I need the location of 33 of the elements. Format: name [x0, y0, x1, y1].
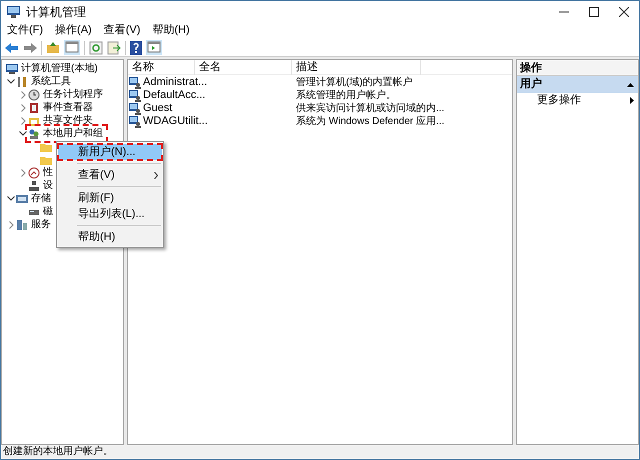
column-header[interactable]: 名称	[128, 60, 195, 74]
table-cell-text: 管理计算机(域)的内置帐户	[295, 76, 413, 90]
tree-item[interactable]: 服务	[31, 218, 51, 231]
tree-item[interactable]: 共享文件夹	[43, 114, 93, 127]
tree-item[interactable]: 计算机管理(本地)	[21, 62, 98, 75]
section-label: 用户	[520, 76, 542, 92]
menu-item[interactable]: 查看(V)	[58, 167, 162, 183]
action-link[interactable]: 更多操作	[537, 92, 581, 109]
tree-item[interactable]: 系统工具	[31, 75, 71, 88]
menu-item[interactable]: 帮助(H)	[152, 23, 190, 37]
table-cell-text: 系统管理的用户帐户。	[295, 88, 396, 102]
table-cell-text: 系统为 Windows Defender 应用...	[295, 114, 444, 129]
column-header[interactable]: 描述	[292, 60, 421, 74]
tree-item[interactable]: 存储	[31, 192, 51, 205]
menu-item[interactable]: 刷新(F)	[58, 190, 162, 206]
menu-item[interactable]: 新用户(N)...	[58, 144, 162, 160]
window-title: 计算机管理	[26, 4, 86, 21]
status-bar: 创建新的本地用户帐户。	[1, 445, 639, 459]
tree-item[interactable]: 性	[43, 166, 53, 179]
tree-item[interactable]: 任务计划程序	[43, 88, 103, 101]
tree-item[interactable]: 磁	[43, 205, 53, 218]
pane-heading: 操作	[517, 60, 638, 76]
section-header[interactable]: 用户	[517, 76, 638, 93]
column-header[interactable]: 全名	[195, 60, 292, 74]
menu-item[interactable]: 文件(F)	[7, 23, 44, 37]
table-cell-text: 供来宾访问计算机或访问域的内...	[295, 102, 444, 116]
menu-item[interactable]: 帮助(H)	[58, 229, 162, 245]
tree-item[interactable]: 设	[43, 179, 53, 192]
menu-item[interactable]: 查看(V)	[104, 23, 140, 37]
menu-item[interactable]: 导出列表(L)...	[58, 206, 162, 222]
tree-item[interactable]: 事件查看器	[43, 101, 93, 114]
menu-item[interactable]: 操作(A)	[55, 23, 92, 37]
tree-item[interactable]: 本地用户和组	[43, 127, 103, 140]
